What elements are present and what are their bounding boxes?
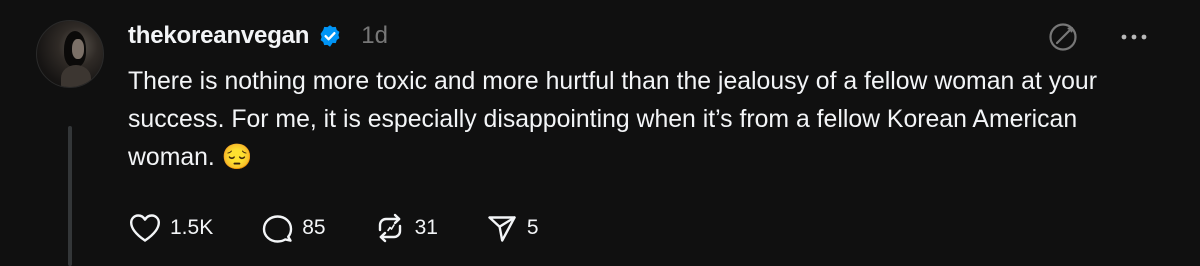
threads-post: thekoreanvegan 1d There is nothing more [0, 0, 1200, 266]
username[interactable]: thekoreanvegan [128, 22, 309, 50]
avatar[interactable] [36, 20, 104, 88]
heart-icon [128, 212, 162, 244]
share-count: 5 [526, 216, 539, 239]
reply-count: 85 [302, 216, 326, 239]
repost-count: 31 [414, 216, 438, 239]
post-actions: 1.5K 85 31 5 [128, 208, 586, 248]
avatar-face [72, 39, 84, 59]
repost-icon [373, 212, 407, 244]
translate-icon[interactable] [1046, 20, 1080, 54]
verified-badge-icon [318, 24, 342, 48]
post-text: There is nothing more toxic and more hur… [128, 68, 1097, 171]
repost-button[interactable]: 31 [373, 212, 438, 244]
post-top-actions [1046, 20, 1148, 54]
comment-bubble-icon [260, 212, 294, 244]
like-count: 1.5K [170, 216, 214, 239]
like-button[interactable]: 1.5K [128, 212, 213, 244]
send-icon [485, 212, 519, 244]
thread-line [68, 126, 72, 266]
post-header: thekoreanvegan 1d [128, 18, 388, 54]
more-dots-icon[interactable] [1120, 32, 1148, 42]
avatar-shoulder [61, 65, 91, 87]
share-button[interactable]: 5 [485, 212, 539, 244]
post-timestamp: 1d [361, 22, 388, 49]
reply-button[interactable]: 85 [260, 212, 326, 244]
